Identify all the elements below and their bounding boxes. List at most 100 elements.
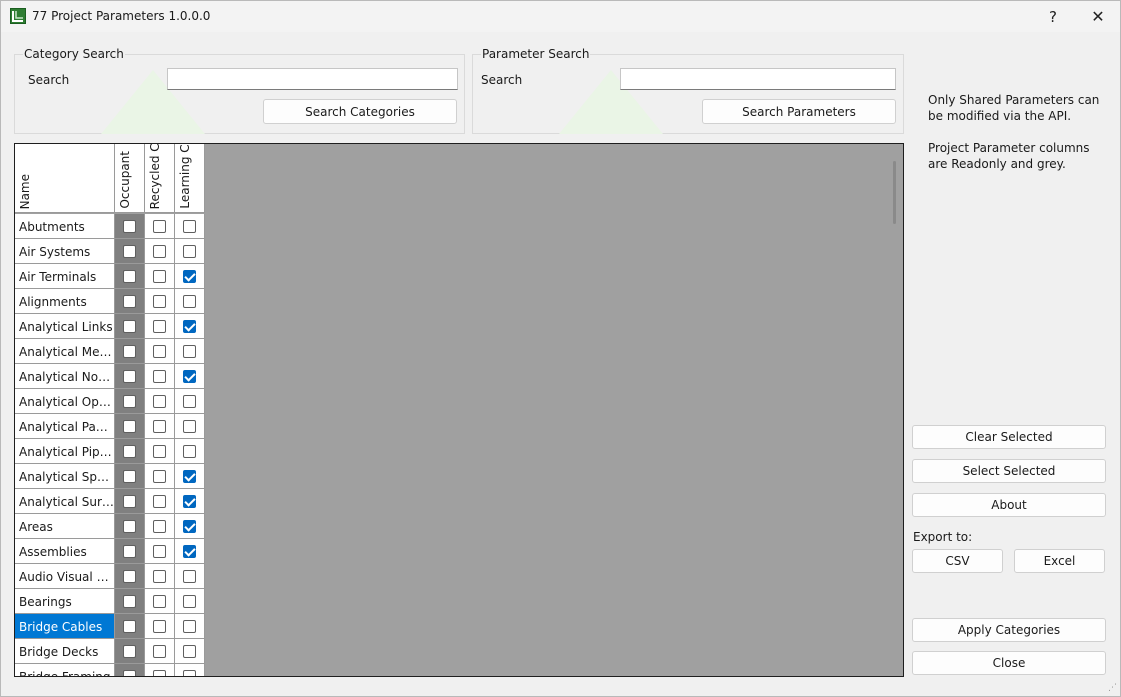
unchecked-checkbox[interactable] — [153, 320, 166, 333]
unchecked-checkbox[interactable] — [123, 370, 136, 383]
column-header-recycled[interactable]: Recycled Co — [145, 144, 175, 213]
unchecked-checkbox[interactable] — [123, 445, 136, 458]
unchecked-checkbox[interactable] — [123, 570, 136, 583]
unchecked-checkbox[interactable] — [153, 545, 166, 558]
unchecked-checkbox[interactable] — [183, 445, 196, 458]
close-button[interactable]: Close — [912, 651, 1106, 675]
unchecked-checkbox[interactable] — [153, 395, 166, 408]
unchecked-checkbox[interactable] — [153, 470, 166, 483]
table-row[interactable]: Assemblies — [15, 539, 206, 564]
unchecked-checkbox[interactable] — [123, 345, 136, 358]
unchecked-checkbox[interactable] — [183, 420, 196, 433]
row-name-cell[interactable]: Alignments — [15, 289, 115, 314]
unchecked-checkbox[interactable] — [183, 395, 196, 408]
search-parameters-button[interactable]: Search Parameters — [702, 99, 896, 124]
unchecked-checkbox[interactable] — [183, 220, 196, 233]
unchecked-checkbox[interactable] — [153, 270, 166, 283]
table-row[interactable]: Analytical Ope… — [15, 389, 206, 414]
unchecked-checkbox[interactable] — [123, 295, 136, 308]
vertical-scrollbar-thumb[interactable] — [893, 161, 896, 224]
unchecked-checkbox[interactable] — [183, 245, 196, 258]
checked-checkbox[interactable] — [183, 495, 196, 508]
parameter-search-input[interactable] — [620, 68, 896, 90]
unchecked-checkbox[interactable] — [123, 670, 136, 676]
unchecked-checkbox[interactable] — [123, 495, 136, 508]
search-categories-button[interactable]: Search Categories — [263, 99, 457, 124]
unchecked-checkbox[interactable] — [123, 620, 136, 633]
close-window-button[interactable]: ✕ — [1076, 1, 1120, 32]
unchecked-checkbox[interactable] — [153, 620, 166, 633]
table-row[interactable]: Bridge Decks — [15, 639, 206, 664]
table-row[interactable]: Air Terminals — [15, 264, 206, 289]
select-selected-button[interactable]: Select Selected — [912, 459, 1106, 483]
unchecked-checkbox[interactable] — [123, 245, 136, 258]
checked-checkbox[interactable] — [183, 270, 196, 283]
unchecked-checkbox[interactable] — [123, 520, 136, 533]
table-row[interactable]: Bridge Framing — [15, 664, 206, 676]
row-name-cell[interactable]: Assemblies — [15, 539, 115, 564]
row-name-cell[interactable]: Audio Visual De… — [15, 564, 115, 589]
unchecked-checkbox[interactable] — [183, 570, 196, 583]
unchecked-checkbox[interactable] — [153, 445, 166, 458]
unchecked-checkbox[interactable] — [153, 420, 166, 433]
unchecked-checkbox[interactable] — [183, 645, 196, 658]
unchecked-checkbox[interactable] — [153, 220, 166, 233]
row-name-cell[interactable]: Bearings — [15, 589, 115, 614]
checked-checkbox[interactable] — [183, 520, 196, 533]
unchecked-checkbox[interactable] — [153, 520, 166, 533]
unchecked-checkbox[interactable] — [153, 570, 166, 583]
checked-checkbox[interactable] — [183, 545, 196, 558]
table-row[interactable]: Air Systems — [15, 239, 206, 264]
unchecked-checkbox[interactable] — [123, 470, 136, 483]
column-header-occupant[interactable]: Occupant — [115, 144, 145, 213]
unchecked-checkbox[interactable] — [123, 645, 136, 658]
row-name-cell[interactable]: Bridge Framing — [15, 664, 115, 676]
unchecked-checkbox[interactable] — [153, 245, 166, 258]
table-row[interactable]: Analytical Surfa… — [15, 489, 206, 514]
table-row[interactable]: Areas — [15, 514, 206, 539]
table-row[interactable]: Analytical Pipe … — [15, 439, 206, 464]
row-name-cell[interactable]: Analytical Panels — [15, 414, 115, 439]
row-name-cell[interactable]: Analytical Links — [15, 314, 115, 339]
row-name-cell[interactable]: Analytical Mem… — [15, 339, 115, 364]
table-row[interactable]: Analytical Spaces — [15, 464, 206, 489]
table-row[interactable]: Alignments — [15, 289, 206, 314]
export-excel-button[interactable]: Excel — [1014, 549, 1105, 573]
unchecked-checkbox[interactable] — [123, 420, 136, 433]
row-name-cell[interactable]: Areas — [15, 514, 115, 539]
table-row[interactable]: Analytical Nodes — [15, 364, 206, 389]
row-name-cell[interactable]: Analytical Ope… — [15, 389, 115, 414]
table-row[interactable]: Bearings — [15, 589, 206, 614]
unchecked-checkbox[interactable] — [153, 595, 166, 608]
unchecked-checkbox[interactable] — [153, 345, 166, 358]
row-name-cell[interactable]: Air Systems — [15, 239, 115, 264]
row-name-cell[interactable]: Analytical Pipe … — [15, 439, 115, 464]
table-row[interactable]: Analytical Panels — [15, 414, 206, 439]
unchecked-checkbox[interactable] — [123, 320, 136, 333]
unchecked-checkbox[interactable] — [123, 270, 136, 283]
unchecked-checkbox[interactable] — [183, 345, 196, 358]
unchecked-checkbox[interactable] — [183, 295, 196, 308]
table-row[interactable]: Analytical Mem… — [15, 339, 206, 364]
row-name-cell[interactable]: Analytical Nodes — [15, 364, 115, 389]
checked-checkbox[interactable] — [183, 470, 196, 483]
unchecked-checkbox[interactable] — [153, 370, 166, 383]
checked-checkbox[interactable] — [183, 370, 196, 383]
unchecked-checkbox[interactable] — [183, 670, 196, 676]
row-name-cell[interactable]: Bridge Cables — [15, 614, 115, 639]
row-name-cell[interactable]: Abutments — [15, 214, 115, 239]
unchecked-checkbox[interactable] — [183, 595, 196, 608]
unchecked-checkbox[interactable] — [123, 220, 136, 233]
unchecked-checkbox[interactable] — [153, 495, 166, 508]
table-row[interactable]: Abutments — [15, 214, 206, 239]
export-csv-button[interactable]: CSV — [912, 549, 1003, 573]
apply-categories-button[interactable]: Apply Categories — [912, 618, 1106, 642]
row-name-cell[interactable]: Air Terminals — [15, 264, 115, 289]
table-row[interactable]: Audio Visual De… — [15, 564, 206, 589]
unchecked-checkbox[interactable] — [183, 620, 196, 633]
unchecked-checkbox[interactable] — [123, 545, 136, 558]
category-search-input[interactable] — [167, 68, 458, 90]
resize-grip-icon[interactable]: ⋰ — [1108, 683, 1117, 693]
checked-checkbox[interactable] — [183, 320, 196, 333]
row-name-cell[interactable]: Analytical Spaces — [15, 464, 115, 489]
